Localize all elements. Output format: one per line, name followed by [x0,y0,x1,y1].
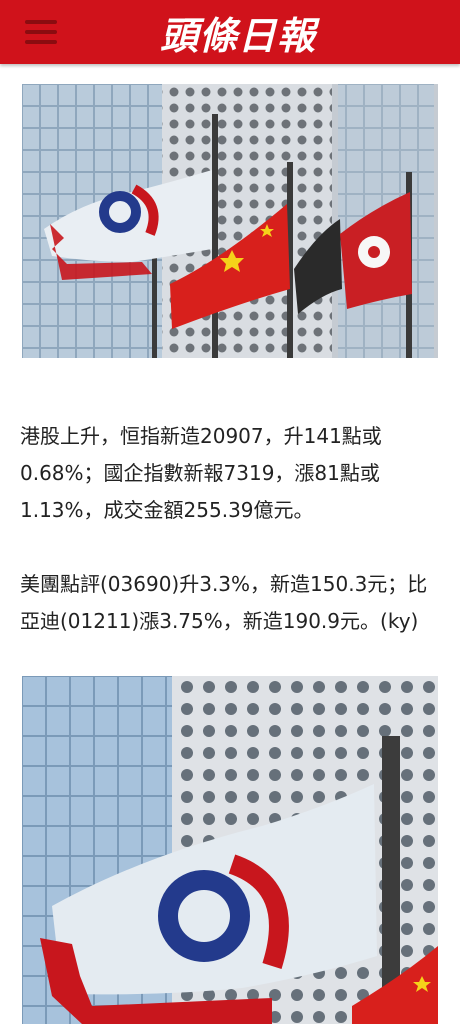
site-logo[interactable]: 頭條日報 [138,4,338,60]
hamburger-menu-icon[interactable] [22,16,60,48]
article-photo-hkex-flag [22,676,438,1024]
article-paragraph-2: 美團點評(03690)升3.3%，新造150.3元；比亞迪(01211)漲3.7… [20,572,428,633]
top-header: 頭條日報 [0,0,460,64]
article-paragraph-1: 港股上升，恒指新造20907，升141點或0.68%；國企指數新報7319，漲8… [20,424,382,522]
article-photo-flags [22,84,438,358]
